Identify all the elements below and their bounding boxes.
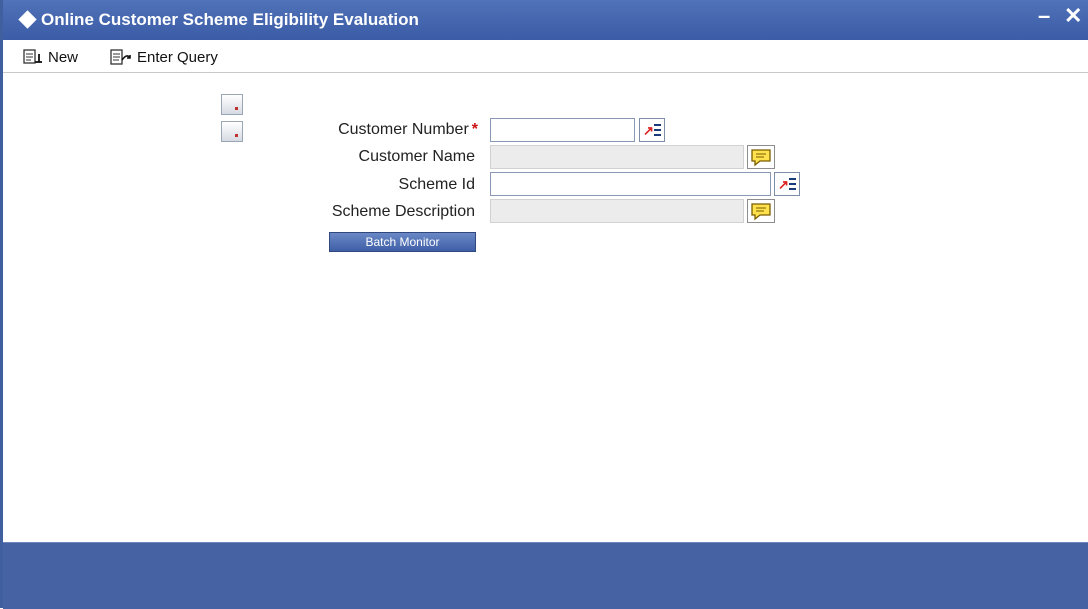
enter-query-button-label: Enter Query: [137, 48, 218, 66]
footer-bar: [3, 542, 1088, 609]
minimize-button[interactable]: –: [1038, 4, 1050, 28]
close-button[interactable]: ✕: [1064, 4, 1082, 28]
window-title: Online Customer Scheme Eligibility Evalu…: [41, 10, 419, 29]
batch-monitor-button[interactable]: Batch Monitor: [329, 232, 476, 252]
diamond-icon: [18, 10, 37, 29]
scheme-id-label: Scheme Id: [398, 176, 475, 193]
scheme-description-field: [490, 199, 744, 223]
customer-name-label: Customer Name: [358, 148, 475, 165]
document-icon[interactable]: [221, 121, 243, 142]
scheme-id-lov-button[interactable]: ↗: [774, 172, 800, 196]
list-of-values-icon: ↗: [778, 177, 789, 192]
enter-query-button[interactable]: Enter Query: [110, 46, 218, 68]
new-document-icon: [23, 49, 42, 64]
enter-query-icon: [110, 48, 131, 65]
customer-number-label: Customer Number *: [338, 121, 478, 138]
toolbar: New Enter Query: [3, 40, 1088, 73]
scheme-description-label: Scheme Description: [331, 203, 475, 220]
customer-name-field: [490, 145, 744, 169]
document-icon[interactable]: [221, 94, 243, 115]
customer-number-input[interactable]: [490, 118, 635, 142]
list-of-values-icon: ↗: [643, 123, 654, 138]
customer-name-description-button[interactable]: [747, 145, 775, 169]
title-bar[interactable]: Online Customer Scheme Eligibility Evalu…: [3, 0, 1088, 40]
speech-bubble-icon: [751, 203, 771, 221]
required-marker: *: [471, 121, 478, 138]
new-button-label: New: [48, 48, 79, 66]
new-button[interactable]: New: [23, 46, 78, 68]
app-window: Online Customer Scheme Eligibility Evalu…: [0, 0, 1088, 609]
speech-bubble-icon: [751, 149, 771, 167]
scheme-id-input[interactable]: [490, 172, 771, 196]
form-area: [3, 73, 1088, 542]
scheme-description-button[interactable]: [747, 199, 775, 223]
customer-number-lov-button[interactable]: ↗: [639, 118, 665, 142]
